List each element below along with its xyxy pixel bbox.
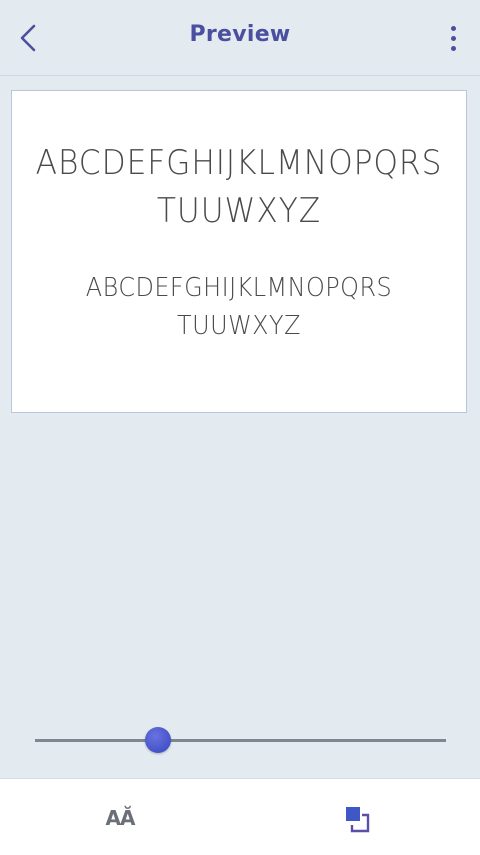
top-app-bar: Preview: [0, 0, 480, 76]
preview-large-line-1: ABCDEFGHIJKLMNOPQRS: [35, 143, 443, 183]
layer-icon: [346, 807, 370, 833]
font-settings-button[interactable]: AĂ: [96, 803, 144, 833]
font-size-slider[interactable]: [35, 724, 446, 756]
more-vertical-icon: [450, 25, 456, 31]
preview-small-line-1: ABCDEFGHIJKLMNOPQRS: [85, 273, 393, 303]
slider-track[interactable]: [35, 739, 446, 742]
more-options-button[interactable]: [446, 22, 460, 54]
preview-small-line-2: TUUWXYZ: [177, 311, 301, 341]
layer-button[interactable]: [340, 803, 380, 837]
font-preview-card: ABCDEFGHIJKLMNOPQRS TUUWXYZ ABCDEFGHIJKL…: [11, 90, 467, 413]
font-size-icon: AĂ: [105, 806, 136, 830]
bottom-toolbar: AĂ: [0, 778, 480, 855]
slider-thumb[interactable]: [145, 727, 172, 753]
page-title: Preview: [189, 22, 291, 47]
preview-large-line-2: TUUWXYZ: [156, 191, 322, 231]
